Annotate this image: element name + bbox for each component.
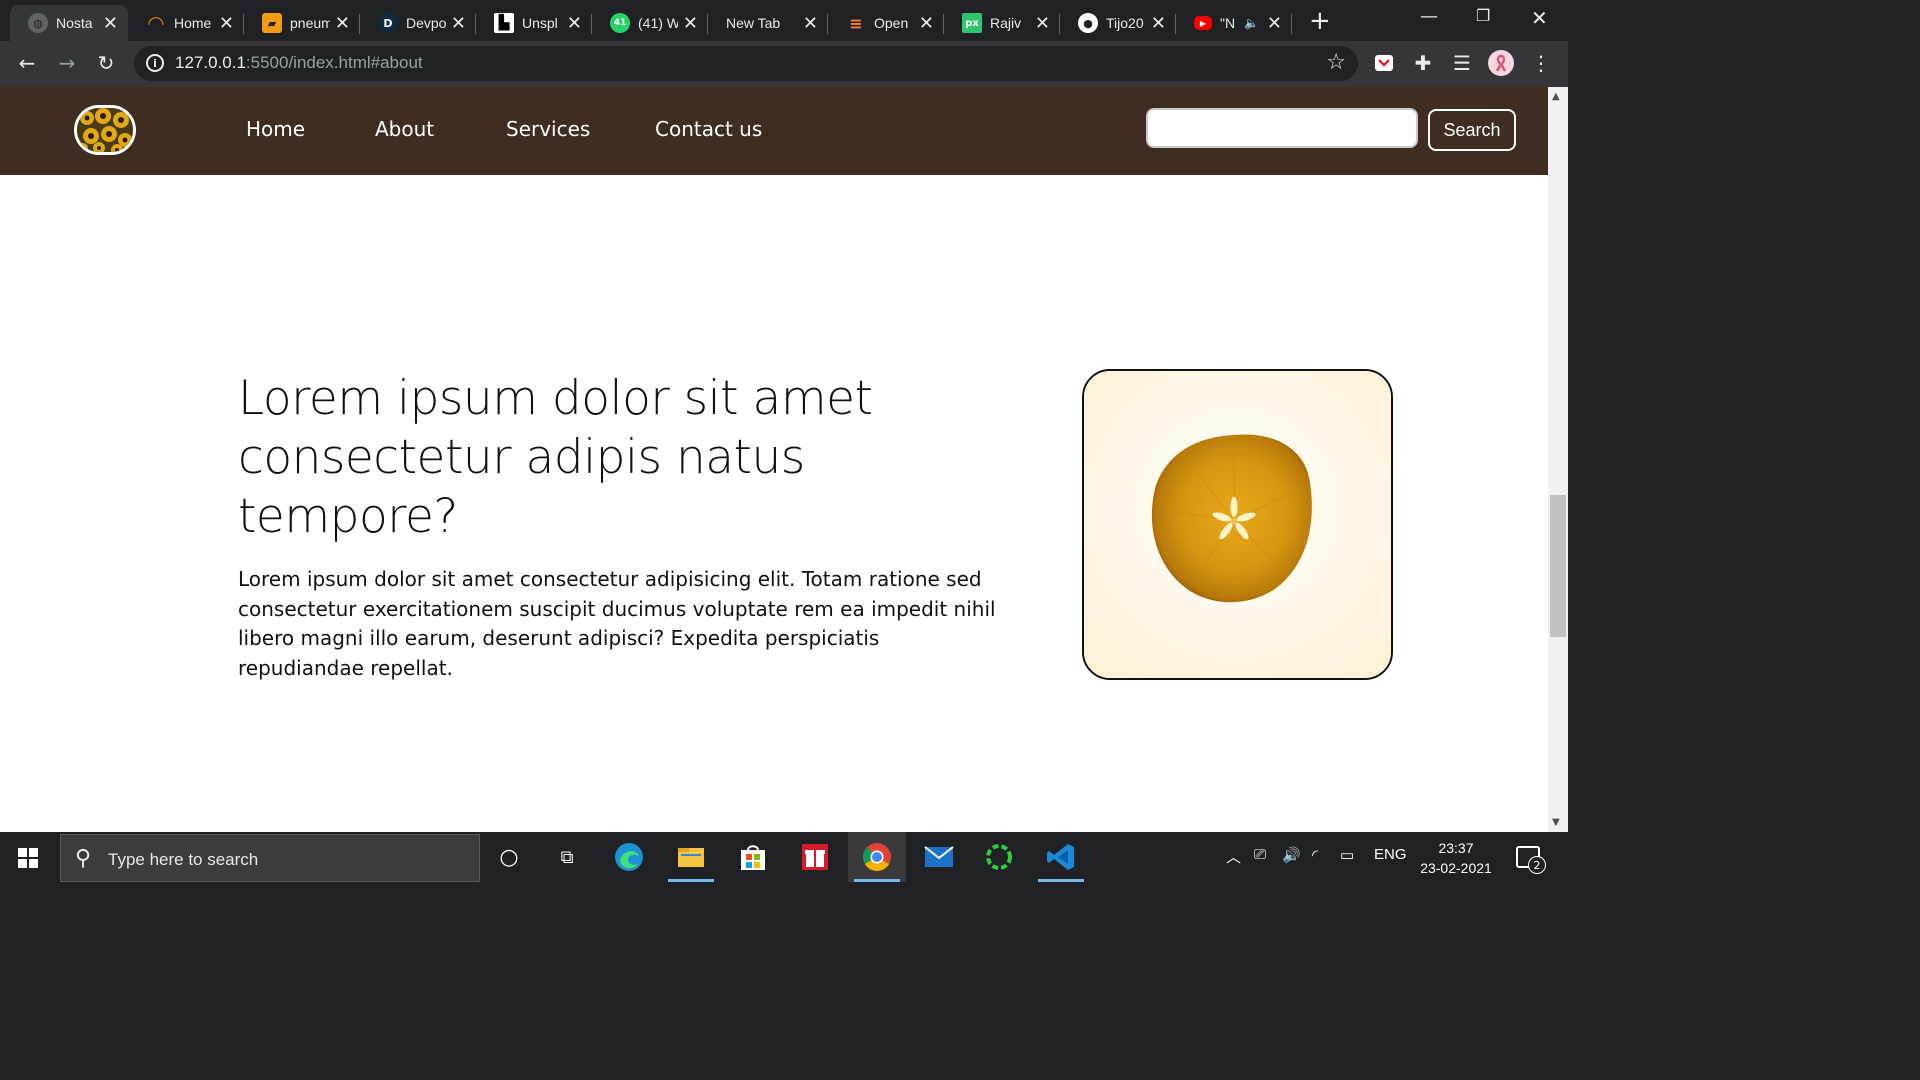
language-indicator[interactable]: ENG: [1374, 846, 1407, 863]
close-icon[interactable]: ✕: [1035, 13, 1050, 34]
about-paragraph: Lorem ipsum dolor sit amet consectetur a…: [238, 567, 996, 680]
info-icon[interactable]: i: [146, 54, 164, 72]
whatsapp-icon: 41: [610, 13, 630, 33]
tab-strip: ◍ Nosta ✕ ◠ Home ✕ ▰ pneum ✕ D Devpo ✕ ▙…: [0, 0, 1568, 41]
tab-github[interactable]: ● Tijo20 ✕: [1060, 5, 1176, 41]
tab-youtube[interactable]: ▶ "N 🔈 ✕: [1176, 5, 1292, 41]
menu-kebab-icon[interactable]: ⋮: [1528, 50, 1554, 76]
close-icon[interactable]: ✕: [103, 13, 118, 34]
nav-about[interactable]: About: [375, 117, 434, 141]
close-icon[interactable]: ✕: [451, 13, 466, 34]
close-icon[interactable]: ✕: [567, 13, 582, 34]
page-scrollbar[interactable]: ▲ ▼: [1548, 87, 1568, 832]
tab-new-tab[interactable]: New Tab ✕: [708, 5, 828, 41]
devpost-icon: D: [378, 13, 398, 33]
url-text[interactable]: 127.0.0.1:5500/index.html#about: [175, 53, 423, 73]
wifi-icon[interactable]: ◜: [1312, 846, 1318, 864]
stackoverflow-icon: ≡: [849, 13, 863, 33]
tab-devpost[interactable]: D Devpo ✕: [360, 5, 476, 41]
close-icon[interactable]: ✕: [683, 13, 698, 34]
media-queue-icon[interactable]: ☰: [1449, 50, 1475, 76]
window-close-icon[interactable]: ✕: [1531, 6, 1548, 30]
scroll-down-icon[interactable]: ▼: [1552, 817, 1560, 828]
pixabay-icon: px: [962, 13, 982, 33]
tab-pneum[interactable]: ▰ pneum ✕: [244, 5, 360, 41]
site-navbar: Home About Services Contact us Search: [0, 87, 1548, 175]
taskbar-search-box[interactable]: ⚲ Type here to search: [60, 834, 480, 882]
forward-icon[interactable]: →: [54, 50, 80, 76]
tab-home[interactable]: ◠ Home ✕: [128, 5, 244, 41]
file-explorer-icon[interactable]: [662, 832, 720, 882]
windows-start-icon[interactable]: [18, 848, 38, 868]
speaker-icon[interactable]: 🔈: [1244, 16, 1259, 30]
task-view-icon[interactable]: ⧉: [538, 832, 596, 882]
search-icon: ⚲: [75, 846, 92, 871]
address-bar[interactable]: i 127.0.0.1:5500/index.html#about ☆: [134, 46, 1358, 81]
notifications-icon[interactable]: 2: [1516, 846, 1546, 874]
tab-unsplash[interactable]: ▙ Unspl ✕: [476, 5, 592, 41]
edge-icon[interactable]: [600, 832, 658, 882]
microsoft-store-icon[interactable]: [724, 832, 782, 882]
youtube-icon: ▶: [1194, 16, 1212, 30]
github-icon: ●: [1078, 13, 1098, 33]
book-icon: ▰: [262, 13, 282, 33]
page-viewport: Home About Services Contact us Search Lo…: [0, 87, 1548, 832]
close-icon[interactable]: ✕: [1267, 13, 1282, 34]
restore-icon[interactable]: ❐: [1476, 6, 1490, 25]
meet-now-icon[interactable]: ⎚: [1254, 846, 1266, 863]
chrome-icon[interactable]: [848, 832, 906, 882]
tab-nosta[interactable]: ◍ Nosta ✕: [10, 5, 128, 41]
battery-icon[interactable]: ▭: [1340, 846, 1354, 864]
profile-avatar[interactable]: [1488, 50, 1514, 76]
tab-whatsapp[interactable]: 41 (41) W ✕: [592, 5, 708, 41]
circle-arc-icon: ◠: [148, 11, 164, 35]
taskbar-clock[interactable]: 23:37 23-02-2021: [1412, 838, 1500, 878]
minimize-icon[interactable]: —: [1420, 6, 1438, 27]
tab-rajiv[interactable]: px Rajiv ✕: [944, 5, 1060, 41]
gift-app-icon[interactable]: [786, 832, 844, 882]
close-icon[interactable]: ✕: [803, 13, 818, 34]
windows-taskbar: ⚲ Type here to search ○ ⧉ ︿ ⎚ 🔊 ◜ ▭ ENG …: [0, 832, 1568, 882]
sync-app-icon[interactable]: [970, 832, 1028, 882]
volume-icon[interactable]: 🔊: [1282, 846, 1301, 864]
close-icon[interactable]: ✕: [919, 13, 934, 34]
globe-icon: ◍: [28, 13, 48, 33]
close-icon[interactable]: ✕: [335, 13, 350, 34]
nav-contact-us[interactable]: Contact us: [655, 117, 762, 141]
notification-count: 2: [1528, 856, 1546, 874]
close-icon[interactable]: ✕: [1151, 13, 1166, 34]
browser-toolbar: ← → ↻ i 127.0.0.1:5500/index.html#about …: [0, 41, 1568, 87]
site-search-input[interactable]: [1146, 108, 1418, 148]
bookmark-star-icon[interactable]: ☆: [1326, 50, 1346, 75]
tab-open[interactable]: ≡ Open ✕: [828, 5, 944, 41]
new-tab-icon[interactable]: +: [1309, 6, 1331, 36]
nav-services[interactable]: Services: [506, 117, 590, 141]
back-icon[interactable]: ←: [14, 50, 40, 76]
site-search-button[interactable]: Search: [1428, 109, 1516, 151]
close-icon[interactable]: ✕: [219, 13, 234, 34]
mail-icon[interactable]: [910, 832, 968, 882]
tray-chevron-up-icon[interactable]: ︿: [1226, 846, 1241, 867]
about-image: [1082, 369, 1393, 680]
site-logo[interactable]: [74, 105, 136, 155]
cortana-icon[interactable]: ○: [480, 832, 538, 882]
scroll-up-icon[interactable]: ▲: [1552, 91, 1560, 102]
nav-home[interactable]: Home: [246, 117, 305, 141]
pocket-icon[interactable]: [1371, 50, 1397, 76]
vscode-icon[interactable]: [1032, 832, 1090, 882]
scrollbar-thumb[interactable]: [1550, 495, 1566, 637]
extensions-puzzle-icon[interactable]: ✚: [1410, 50, 1436, 76]
unsplash-icon: ▙: [494, 13, 514, 33]
about-heading: Lorem ipsum dolor sit amet consectetur a…: [238, 371, 873, 544]
reload-icon[interactable]: ↻: [93, 50, 119, 76]
